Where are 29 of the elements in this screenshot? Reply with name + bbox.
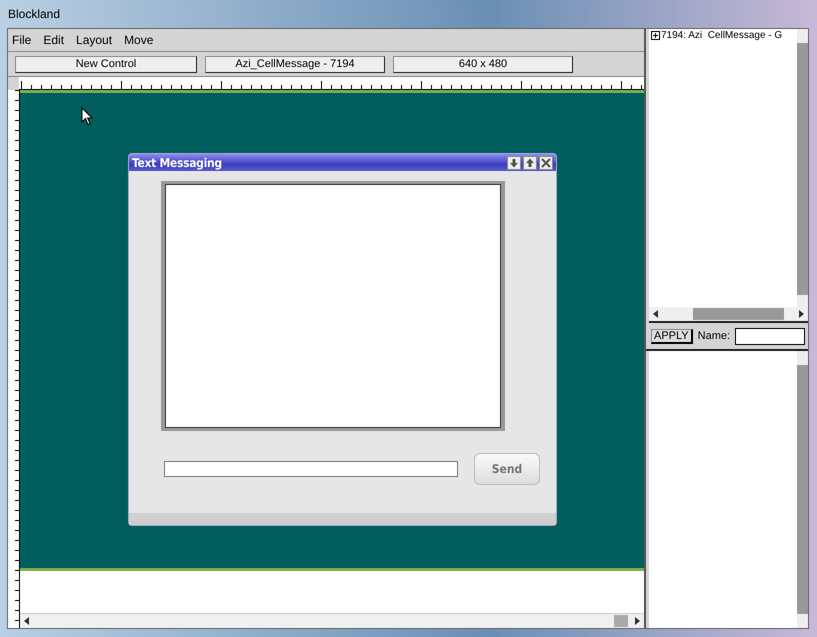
message-input-field[interactable]: [164, 461, 458, 477]
apply-button[interactable]: APPLY: [651, 328, 693, 344]
down-arrow-button[interactable]: [507, 156, 521, 170]
menu-item[interactable]: Move: [124, 33, 154, 47]
horizontal-scrollbar[interactable]: [649, 307, 808, 321]
expand-icon[interactable]: [651, 31, 660, 40]
toolbar-button[interactable]: New Control: [15, 56, 197, 72]
toolbar-button[interactable]: Azi_CellMessage - 7194: [205, 56, 385, 72]
tree-item[interactable]: 7194: Azi CellMessage - G: [661, 30, 782, 41]
window-title: Blockland: [8, 7, 60, 21]
right-arrow-icon[interactable]: [797, 309, 805, 319]
menu-item[interactable]: Layout: [76, 33, 112, 47]
close-button[interactable]: [539, 156, 553, 170]
toolbar-button[interactable]: 640 x 480: [393, 56, 573, 72]
name-label: Name:: [698, 330, 730, 342]
horizontal-scrollbar[interactable]: [20, 613, 644, 628]
left-arrow-icon[interactable]: [652, 309, 660, 319]
scroll-thumb[interactable]: [614, 615, 628, 627]
up-arrow-button[interactable]: [523, 156, 537, 170]
dialog-title: Text Messaging: [132, 156, 222, 170]
right-arrow-icon[interactable]: [633, 616, 641, 626]
vertical-scrollbar[interactable]: [797, 351, 808, 628]
mouse-pointer-icon: [81, 107, 93, 126]
vertical-scrollbar[interactable]: [797, 29, 808, 307]
name-input-field[interactable]: [735, 328, 806, 344]
menu-item[interactable]: File: [12, 33, 32, 47]
send-button[interactable]: Send: [474, 453, 540, 485]
left-arrow-icon[interactable]: [23, 616, 31, 626]
menu-item[interactable]: Edit: [43, 33, 64, 47]
